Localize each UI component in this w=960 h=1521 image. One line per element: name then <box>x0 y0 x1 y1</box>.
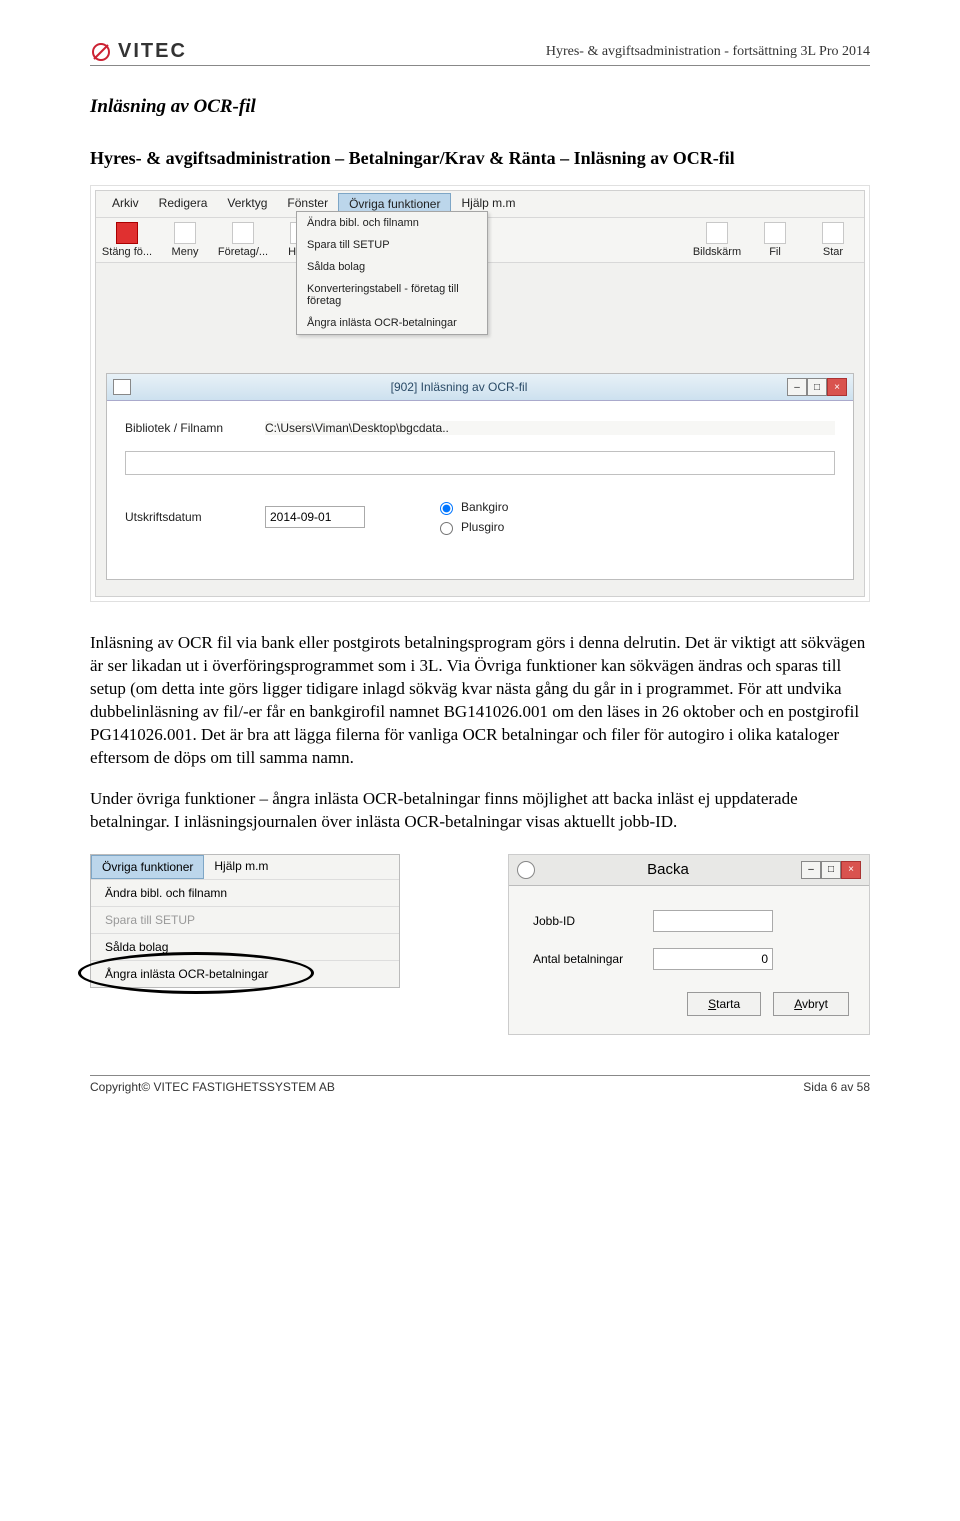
window-icon <box>113 379 131 395</box>
toolbar-fil-button[interactable]: Fil <box>746 222 804 258</box>
backa-window-icon <box>517 861 535 879</box>
page-header: VITEC Hyres- & avgiftsadministration - f… <box>90 40 870 66</box>
window-maximize-button[interactable]: □ <box>807 378 827 396</box>
jobb-id-label: Jobb-ID <box>533 914 643 928</box>
jobb-id-input[interactable] <box>653 910 773 932</box>
menu-arkiv[interactable]: Arkiv <box>102 193 149 215</box>
date-label: Utskriftsdatum <box>125 510 255 524</box>
child-window-titlebar: [902] Inläsning av OCR-fil – □ × <box>107 374 853 401</box>
brand-logo: VITEC <box>90 40 187 63</box>
starta-button[interactable]: Starta <box>687 992 761 1016</box>
backa-maximize-button[interactable]: □ <box>821 861 841 879</box>
path-label: Bibliotek / Filnamn <box>125 421 255 435</box>
body-paragraph-2: Under övriga funktioner – ångra inlästa … <box>90 788 870 834</box>
file-icon <box>764 222 786 244</box>
toolbar-menu-button[interactable]: Meny <box>156 222 214 258</box>
body-paragraph-1: Inläsning av OCR fil via bank eller post… <box>90 632 870 770</box>
company-icon <box>232 222 254 244</box>
ovriga-funktioner-dropdown: Ändra bibl. och filnamn Spara till SETUP… <box>296 211 488 335</box>
radio-plusgiro-input[interactable] <box>440 522 453 535</box>
screen-icon <box>706 222 728 244</box>
menu-redigera[interactable]: Redigera <box>149 193 218 215</box>
toolbar-close-button[interactable]: Stäng fö... <box>98 222 156 258</box>
dropdown-item-angra-ocr[interactable]: Ångra inlästa OCR-betalningar <box>297 312 487 334</box>
highlight-ellipse-annotation <box>78 952 314 994</box>
dropdown-item-spara-setup[interactable]: Spara till SETUP <box>297 234 487 256</box>
menu2-item-spara-setup: Spara till SETUP <box>91 906 399 933</box>
backa-title-text: Backa <box>535 861 801 878</box>
window-minimize-button[interactable]: – <box>787 378 807 396</box>
brand-name: VITEC <box>118 40 187 63</box>
dropdown-item-salda-bolag[interactable]: Sålda bolag <box>297 256 487 278</box>
file-row-empty <box>125 451 835 475</box>
avbryt-button[interactable]: Avbryt <box>773 992 849 1016</box>
radio-bankgiro-input[interactable] <box>440 502 453 515</box>
window-close-button[interactable]: × <box>827 378 847 396</box>
child-window-title: [902] Inläsning av OCR-fil <box>131 380 787 394</box>
menu2-item-andra-bibl[interactable]: Ändra bibl. och filnamn <box>91 879 399 906</box>
dropdown-item-konverteringstabell[interactable]: Konverteringstabell - företag till föret… <box>297 278 487 312</box>
utskriftsdatum-input[interactable] <box>265 506 365 528</box>
logo-icon <box>90 41 112 63</box>
figure-app-main: Arkiv Redigera Verktyg Fönster Övriga fu… <box>90 185 870 602</box>
menu-icon <box>174 222 196 244</box>
figure-menu-ovriga: Övriga funktioner Hjälp m.m Ändra bibl. … <box>90 854 400 988</box>
toolbar-foretag-button[interactable]: Företag/... <box>214 222 272 258</box>
path-value: C:\Users\Viman\Desktop\bgcdata.. <box>265 421 835 435</box>
close-icon <box>116 222 138 244</box>
doc-header-title: Hyres- & avgiftsadministration - fortsät… <box>546 44 870 60</box>
menu2-hjalp[interactable]: Hjälp m.m <box>204 855 278 879</box>
antal-betalningar-label: Antal betalningar <box>533 952 643 966</box>
radio-plusgiro[interactable]: Plusgiro <box>435 519 565 535</box>
toolbar-bildskarm-button[interactable]: Bildskärm <box>688 222 746 258</box>
radio-bankgiro[interactable]: Bankgiro <box>435 499 565 515</box>
menu2-ovriga[interactable]: Övriga funktioner <box>91 855 204 879</box>
dropdown-item-andra-bibl[interactable]: Ändra bibl. och filnamn <box>297 212 487 234</box>
section-title: Inläsning av OCR-fil <box>90 96 870 118</box>
backa-close-button[interactable]: × <box>841 861 861 879</box>
page-footer: Copyright© VITEC FASTIGHETSSYSTEM AB Sid… <box>90 1075 870 1094</box>
menu-verktyg[interactable]: Verktyg <box>217 193 277 215</box>
start-icon <box>822 222 844 244</box>
antal-betalningar-input[interactable] <box>653 948 773 970</box>
footer-copyright: Copyright© VITEC FASTIGHETSSYSTEM AB <box>90 1080 335 1094</box>
figure-backa-dialog: Backa – □ × Jobb-ID Antal betalningar St… <box>508 854 870 1035</box>
backa-minimize-button[interactable]: – <box>801 861 821 879</box>
section-subtitle: Hyres- & avgiftsadministration – Betalni… <box>90 148 870 169</box>
toolbar-start-button[interactable]: Star <box>804 222 862 258</box>
footer-page-number: Sida 6 av 58 <box>803 1080 870 1094</box>
